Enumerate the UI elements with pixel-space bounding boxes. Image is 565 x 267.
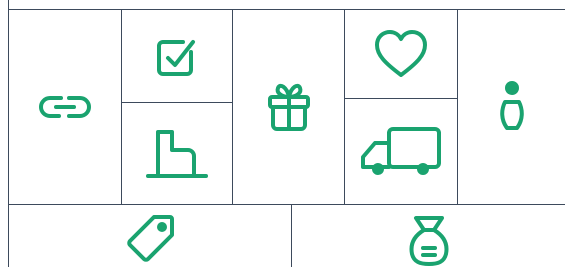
cell-person [458, 10, 565, 205]
grid-left-border [0, 0, 9, 267]
cell-gift [233, 10, 345, 205]
heart-icon [375, 30, 427, 77]
chair-icon [146, 129, 208, 178]
price-tag-icon [127, 215, 174, 262]
cell-heart [345, 10, 458, 99]
cell-money-bag [292, 205, 565, 267]
checkbox-icon [157, 40, 195, 76]
link-icon [39, 96, 91, 118]
cell-checkbox [122, 10, 233, 103]
money-bag-icon [409, 216, 448, 266]
cell-chair [122, 103, 233, 205]
icon-grid [0, 0, 565, 267]
cell-truck [345, 99, 458, 205]
delivery-truck-icon [361, 126, 441, 175]
cell-price-tag [9, 205, 292, 267]
person-icon [499, 81, 524, 130]
gift-icon [267, 83, 310, 131]
cell-link [9, 10, 122, 205]
